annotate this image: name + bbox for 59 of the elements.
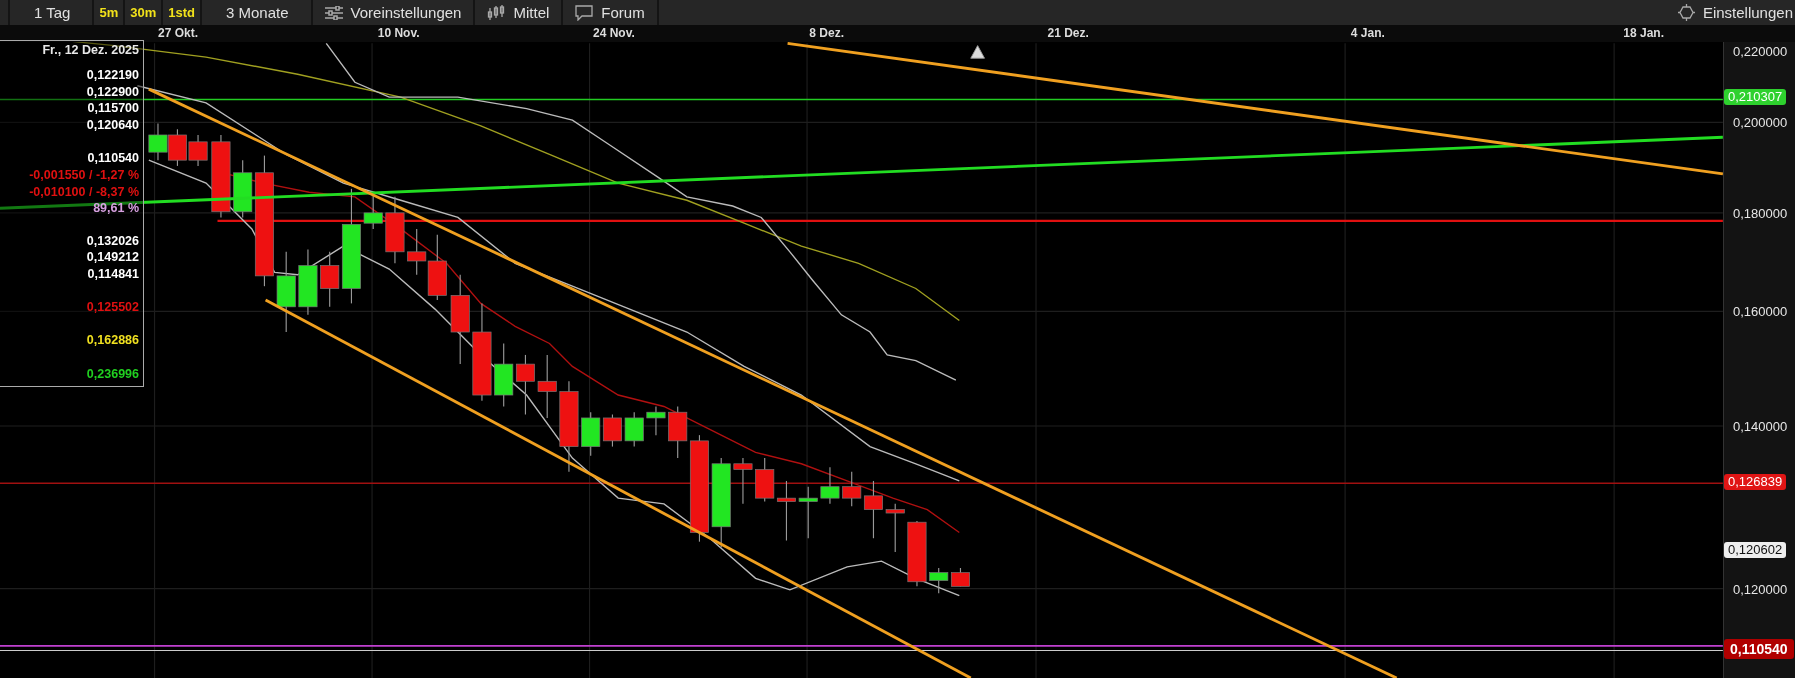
price-label: 0,220000 — [1733, 44, 1788, 59]
value-label: 0,122190 — [86, 68, 139, 83]
candle — [885, 503, 905, 553]
price-badge: 0,126839 — [1724, 474, 1787, 491]
price-label: 0,120000 — [1733, 581, 1788, 597]
event-marker-icon — [970, 45, 985, 59]
date-label: 27 Okt. — [157, 26, 198, 40]
value-label: 0,120640 — [86, 118, 139, 133]
candle — [602, 413, 622, 448]
candle — [581, 411, 601, 457]
price-label: 0,200000 — [1733, 115, 1788, 131]
candle — [148, 122, 168, 161]
candle — [537, 354, 557, 419]
date-label: Fr., 12 Dez. 2025 — [42, 43, 139, 58]
value-label: 0,162886 — [86, 333, 139, 348]
candle — [624, 411, 644, 448]
candle — [646, 405, 666, 436]
price-label: 0,160000 — [1733, 304, 1788, 320]
date-label: 18 Jan. — [1623, 26, 1664, 40]
date-label: 4 Jan. — [1350, 26, 1385, 40]
candle — [427, 234, 447, 301]
candle — [167, 128, 187, 167]
candle — [907, 520, 927, 587]
value-label: 0,122900 — [86, 85, 139, 100]
date-label: 21 Dez. — [1047, 26, 1089, 40]
date-label: 8 Dez. — [809, 26, 845, 40]
value-label: -0,010100 / -8,37 % — [29, 185, 139, 200]
settings-icon — [1677, 4, 1695, 21]
value-label: 0,125502 — [86, 300, 139, 315]
date-label: 10 Nov. — [377, 26, 420, 40]
candle — [820, 466, 840, 505]
value-label: 0,114841 — [87, 267, 139, 282]
candle — [494, 342, 514, 408]
candle — [298, 248, 318, 316]
candle — [188, 134, 208, 167]
value-label: -0,001550 / -1,27 % — [29, 168, 139, 183]
value-label: 0,110540 — [87, 151, 139, 166]
value-label: 0,149212 — [86, 250, 139, 265]
candle — [798, 486, 818, 539]
candle — [407, 228, 427, 276]
candle — [515, 354, 535, 416]
value-label: 89,61 % — [93, 201, 139, 216]
value-label: 0,132026 — [86, 234, 139, 249]
candle — [385, 196, 405, 264]
value-label: 0,236996 — [86, 367, 139, 382]
price-label: 0,180000 — [1733, 205, 1788, 221]
candle — [755, 457, 775, 503]
candle — [733, 457, 753, 505]
candle — [950, 567, 970, 587]
sliders-icon — [324, 5, 343, 20]
candlestick-icon — [487, 4, 506, 21]
price-badge: 0,210307 — [1724, 89, 1787, 106]
candle — [929, 567, 949, 594]
speech-bubble-icon — [575, 4, 594, 21]
value-label: 0,115700 — [87, 101, 139, 116]
price-badge: 0,110540 — [1724, 639, 1794, 660]
date-label: 24 Nov. — [593, 26, 635, 40]
price-label: 0,140000 — [1733, 418, 1788, 434]
candle — [776, 480, 796, 542]
